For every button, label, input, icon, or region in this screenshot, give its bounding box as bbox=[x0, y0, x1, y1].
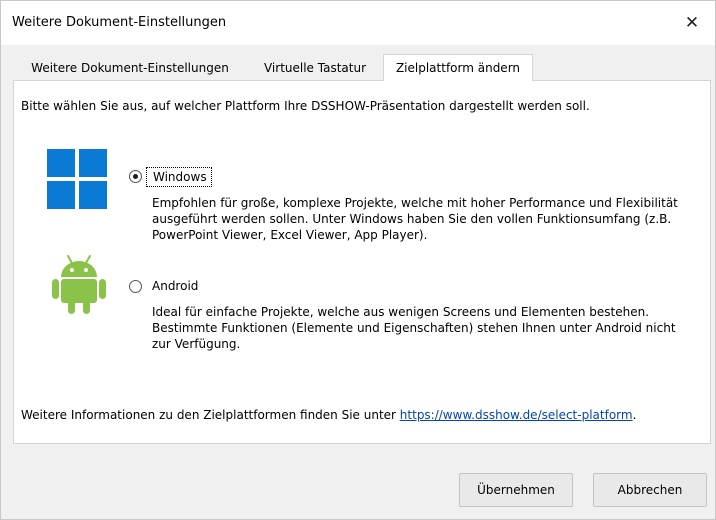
windows-option-label[interactable]: Windows bbox=[153, 170, 207, 184]
info-text: Weitere Informationen zu den Zielplattfo… bbox=[21, 408, 636, 422]
cancel-button[interactable]: Abbrechen bbox=[593, 473, 707, 507]
windows-description: Empfohlen für große, komplexe Projekte, … bbox=[152, 195, 712, 243]
tab-zielplattform-aendern[interactable]: Zielplattform ändern bbox=[383, 54, 533, 81]
dialog-window: Weitere Dokument-Einstellungen ✕ Weitere… bbox=[0, 0, 716, 520]
windows-description-line: ausgeführt werden sollen. Unter Windows … bbox=[152, 212, 672, 226]
android-description-line: Ideal für einfache Projekte, welche aus … bbox=[152, 305, 650, 319]
tab-panel bbox=[13, 80, 711, 444]
close-icon: ✕ bbox=[684, 13, 700, 33]
android-option-label[interactable]: Android bbox=[152, 279, 198, 293]
platform-info-link[interactable]: https://www.dsshow.de/select-platform bbox=[400, 408, 633, 422]
windows-radio[interactable] bbox=[129, 170, 142, 183]
title-bar: Weitere Dokument-Einstellungen ✕ bbox=[1, 1, 715, 45]
apply-button[interactable]: Übernehmen bbox=[459, 473, 573, 507]
windows-description-line: Empfohlen für große, komplexe Projekte, … bbox=[152, 196, 678, 210]
windows-logo-icon bbox=[47, 149, 107, 209]
android-description: Ideal für einfache Projekte, welche aus … bbox=[152, 304, 712, 352]
intro-text: Bitte wählen Sie aus, auf welcher Plattf… bbox=[21, 99, 590, 113]
android-description-line: Bestimmte Funktionen (Elemente und Eigen… bbox=[152, 321, 676, 335]
android-logo-icon bbox=[52, 255, 106, 314]
info-suffix: . bbox=[632, 408, 637, 422]
tab-strip: Weitere Dokument-Einstellungen Virtuelle… bbox=[13, 54, 713, 81]
window-title: Weitere Dokument-Einstellungen bbox=[12, 15, 227, 30]
android-radio[interactable] bbox=[129, 280, 142, 293]
tab-weitere-dokument-einstellungen[interactable]: Weitere Dokument-Einstellungen bbox=[13, 56, 247, 80]
android-description-line: zur Verfügung. bbox=[152, 337, 241, 351]
info-prefix: Weitere Informationen zu den Zielplattfo… bbox=[21, 408, 400, 422]
close-button[interactable]: ✕ bbox=[669, 1, 715, 45]
windows-description-line: PowerPoint Viewer, Excel Viewer, App Pla… bbox=[152, 228, 428, 242]
tab-virtuelle-tastatur[interactable]: Virtuelle Tastatur bbox=[251, 56, 379, 80]
